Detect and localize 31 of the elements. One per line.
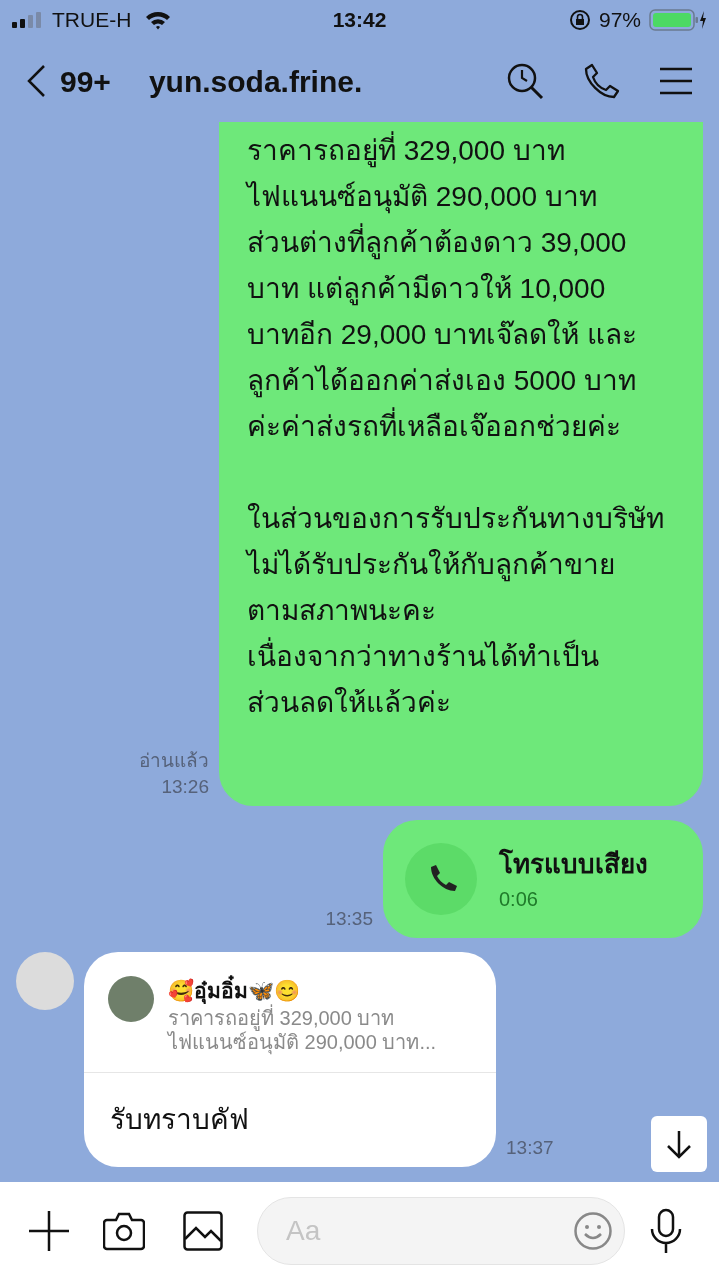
message-text: รับทราบคัฟ — [109, 1103, 250, 1137]
plus-icon[interactable] — [28, 1210, 70, 1252]
search-icon[interactable] — [505, 61, 545, 101]
call-title: โทรแบบเสียง — [499, 847, 648, 881]
microphone-icon[interactable] — [649, 1208, 683, 1254]
avatar-photo — [108, 976, 154, 1022]
rotation-lock-icon — [568, 9, 591, 31]
phone-icon[interactable] — [583, 62, 621, 100]
message-time: 13:37 — [506, 1136, 554, 1160]
menu-icon[interactable] — [659, 66, 693, 96]
wifi-icon — [145, 10, 172, 30]
call-duration: 0:06 — [499, 886, 539, 912]
chat-title: yun.soda.frine. — [148, 63, 364, 100]
phone-icon — [405, 843, 477, 915]
message-bubble: ราคารถอยู่ที่ 329,000 บาท ไฟแนนซ์อนุมัติ 290,000 บาท ส่วนต่างที่ลูกค้าต้องดาว 39,000 บาท แต่ลูกค้ามีดาวให้ 10,000 บาทอีก 29,000 บาทเจ๊ลดให้ และ ลูกค้าได้ออกค่าส่งเอง 5000 บาท ค่ะค่าส่งรถที่เหลือเจ๊ออกช่วยค่ะ ในส่วนของการรับประกันทางบริษัท ไม่ได้รับประกันให้กับลูกค้าขาย ตามสภาพนะคะ เนื่องจากว่าทางร้านได้ทำเป็น ส่วนลดให้แล้วค่ะ — [219, 122, 703, 806]
battery-charging-icon — [649, 8, 707, 32]
battery-percent: 97% — [598, 7, 641, 34]
scroll-down-button[interactable] — [651, 1116, 707, 1172]
emoji-icon[interactable] — [573, 1211, 613, 1251]
quoted-sender: 🥰อุ๋มอิ๋ม🦋😊 — [168, 976, 437, 1006]
quoted-text: ราคารถอยู่ที่ 329,000 บาท ไฟแนนซ์อนุมัติ 290,000 บาท... — [168, 1006, 437, 1054]
back-icon — [26, 64, 46, 98]
message-time: 13:26 — [161, 775, 209, 799]
back-button[interactable]: 99+ — [26, 58, 111, 104]
clock-text: 13:42 — [332, 7, 387, 34]
image-icon[interactable] — [183, 1211, 223, 1251]
arrow-down-icon — [666, 1129, 692, 1159]
read-status: อ่านแล้ว — [139, 749, 209, 773]
carrier-text: TRUE-H — [52, 7, 132, 34]
camera-icon[interactable] — [103, 1211, 145, 1251]
message-time: 13:35 — [325, 907, 373, 931]
